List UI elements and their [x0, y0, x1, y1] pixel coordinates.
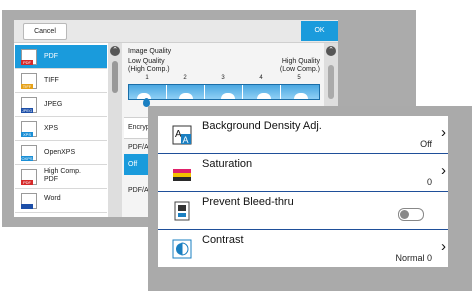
tick-label: 5 — [297, 75, 301, 81]
svg-text:A: A — [183, 135, 189, 145]
quality-ticks: 1 2 3 4 5 — [128, 75, 318, 83]
pdfa-label: PDF/A — [128, 144, 149, 151]
format-label: PDF — [44, 53, 58, 60]
image-quality-title: Image Quality — [128, 48, 172, 55]
scroll-thumb[interactable] — [112, 61, 118, 93]
setting-title: Background Density Adj. — [202, 120, 322, 132]
word-file-icon — [21, 193, 37, 209]
chevron-right-icon: › — [441, 238, 446, 255]
format-item-tiff[interactable]: TIFF TIFF — [15, 69, 107, 93]
top-bar: Cancel OK — [14, 20, 338, 43]
format-item-high-comp-pdf[interactable]: PDF High Comp. PDF — [15, 165, 107, 189]
chevron-right-icon: › — [441, 124, 446, 141]
format-item-word[interactable]: Word — [15, 189, 107, 213]
ok-button[interactable]: OK — [301, 21, 338, 41]
scroll-up-icon[interactable]: ⌃ — [110, 46, 120, 56]
chevron-right-icon: › — [441, 162, 446, 179]
contrast-icon — [172, 239, 192, 259]
prevent-bleed-thru-icon — [174, 201, 190, 221]
format-label: JPEG — [44, 101, 63, 108]
tick-label: 3 — [221, 75, 225, 81]
setting-row-background-density[interactable]: A A Background Density Adj. Off › — [158, 116, 448, 154]
setting-title: Prevent Bleed-thru — [202, 196, 294, 208]
low-quality-label: Low Quality (High Comp.) — [128, 58, 170, 73]
tick-label: 4 — [259, 75, 263, 81]
format-item-openxps[interactable]: OXPS OpenXPS — [15, 141, 107, 165]
list-scrollbar[interactable]: ⌃ — [108, 43, 122, 217]
xps-file-icon: XPS — [21, 121, 37, 137]
jpeg-file-icon: JPEG — [21, 97, 37, 113]
setting-row-contrast[interactable]: Contrast Normal 0 › — [158, 230, 448, 267]
format-label: Word — [44, 195, 61, 202]
tick-label: 2 — [183, 75, 187, 81]
format-label: OpenXPS — [44, 149, 76, 156]
format-label: TIFF — [44, 77, 59, 84]
svg-text:A: A — [175, 129, 182, 140]
background-density-icon: A A — [172, 125, 192, 145]
saturation-icon — [173, 169, 191, 181]
setting-row-prevent-bleed-thru[interactable]: Prevent Bleed-thru — [158, 192, 448, 230]
setting-value: 0 — [426, 177, 432, 187]
advanced-settings-panel: A A Background Density Adj. Off › Satura… — [158, 116, 448, 267]
file-format-list: PDF PDF TIFF TIFF JPEG JPEG XPS XPS OXPS… — [14, 43, 108, 217]
image-quality-slider[interactable] — [128, 84, 320, 100]
format-item-jpeg[interactable]: JPEG JPEG — [15, 93, 107, 117]
cancel-button[interactable]: Cancel — [23, 23, 67, 40]
format-item-xps[interactable]: XPS XPS — [15, 117, 107, 141]
tick-label: 1 — [145, 75, 149, 81]
scroll-up-icon[interactable]: ⌃ — [326, 46, 336, 56]
format-label: XPS — [44, 125, 59, 132]
scroll-thumb[interactable] — [328, 65, 334, 99]
format-label: High Comp. PDF — [44, 168, 81, 183]
prevent-bleed-thru-toggle[interactable] — [398, 208, 424, 221]
oxps-file-icon: OXPS — [21, 145, 37, 161]
high-quality-label: High Quality (Low Comp.) — [279, 58, 320, 73]
format-item-pdf[interactable]: PDF PDF — [15, 45, 107, 69]
setting-row-saturation[interactable]: Saturation 0 › — [158, 154, 448, 192]
high-comp-pdf-icon: PDF — [21, 169, 37, 185]
setting-value: Normal 0 — [395, 253, 432, 263]
tiff-file-icon: TIFF — [21, 73, 37, 89]
setting-value: Off — [420, 139, 432, 149]
setting-title: Contrast — [202, 234, 244, 246]
setting-title: Saturation — [202, 158, 253, 170]
pdf-file-icon: PDF — [21, 49, 37, 65]
